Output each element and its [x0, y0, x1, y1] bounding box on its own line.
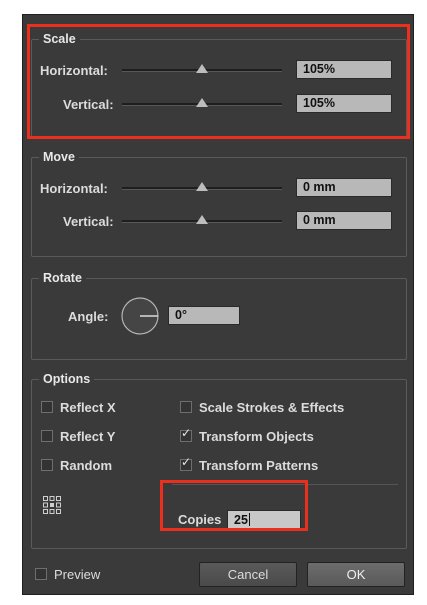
transform-objects-box[interactable] — [180, 426, 192, 442]
random-box[interactable] — [41, 459, 53, 471]
scale-group: Scale Horizontal: 105% Vertical: 105% — [31, 31, 407, 137]
scale-horizontal-slider[interactable] — [122, 63, 282, 77]
move-legend: Move — [39, 149, 79, 165]
move-horizontal-row: Horizontal: 0 mm — [32, 178, 406, 200]
move-horizontal-label: Horizontal: — [40, 181, 108, 196]
rotate-angle-field[interactable]: 0° — [168, 306, 240, 325]
rotate-group: Rotate Angle: 0° — [31, 270, 407, 360]
move-horizontal-field[interactable]: 0 mm — [296, 178, 392, 197]
copies-field[interactable]: 25 — [227, 510, 301, 529]
transform-patterns-box[interactable] — [180, 455, 192, 471]
scale-strokes-label: Scale Strokes & Effects — [199, 400, 345, 415]
preview-box[interactable] — [35, 568, 47, 580]
reference-point-grid-icon[interactable] — [42, 495, 62, 515]
scale-strokes-box[interactable] — [180, 401, 192, 413]
slider-thumb[interactable] — [196, 215, 208, 224]
scale-horizontal-field[interactable]: 105% — [296, 60, 392, 79]
slider-thumb[interactable] — [196, 98, 208, 107]
scale-strokes-checkbox[interactable]: Scale Strokes & Effects — [180, 400, 344, 415]
scale-legend: Scale — [39, 31, 80, 47]
ok-button[interactable]: OK — [307, 562, 405, 587]
move-vertical-row: Vertical: 0 mm — [32, 211, 406, 233]
copies-value: 25 — [234, 513, 248, 527]
options-divider — [172, 484, 398, 485]
transform-objects-checkbox[interactable]: Transform Objects — [180, 426, 314, 444]
rotate-angle-label: Angle: — [68, 309, 109, 324]
preview-checkbox[interactable]: Preview — [35, 567, 100, 582]
move-vertical-label: Vertical: — [63, 214, 114, 229]
options-legend: Options — [39, 371, 95, 387]
slider-thumb[interactable] — [196, 64, 208, 73]
scale-vertical-row: Vertical: 105% — [32, 94, 406, 116]
reflect-x-checkbox[interactable]: Reflect X — [41, 400, 116, 415]
move-group: Move Horizontal: 0 mm Vertical: 0 mm — [31, 149, 407, 257]
move-vertical-field[interactable]: 0 mm — [296, 211, 392, 230]
preview-label: Preview — [54, 567, 101, 582]
move-vertical-slider[interactable] — [122, 214, 282, 228]
transform-objects-label: Transform Objects — [199, 429, 314, 444]
copies-label: Copies — [178, 512, 222, 527]
scale-vertical-field[interactable]: 105% — [296, 94, 392, 113]
transform-each-dialog: Scale Horizontal: 105% Vertical: 105% Mo… — [22, 14, 414, 595]
scale-horizontal-row: Horizontal: 105% — [32, 60, 406, 82]
reflect-x-box[interactable] — [41, 401, 53, 413]
move-horizontal-slider[interactable] — [122, 181, 282, 195]
scale-horizontal-label: Horizontal: — [40, 63, 108, 78]
scale-vertical-slider[interactable] — [122, 97, 282, 111]
rotate-legend: Rotate — [39, 270, 86, 286]
cancel-button[interactable]: Cancel — [199, 562, 297, 587]
transform-patterns-checkbox[interactable]: Transform Patterns — [180, 455, 319, 473]
scale-vertical-label: Vertical: — [63, 97, 114, 112]
slider-thumb[interactable] — [196, 182, 208, 191]
random-label: Random — [60, 458, 112, 473]
options-group: Options Reflect X Reflect Y Random Scale… — [31, 371, 407, 549]
reflect-x-label: Reflect X — [60, 400, 116, 415]
reflect-y-label: Reflect Y — [60, 429, 116, 444]
angle-dial-icon[interactable] — [121, 297, 159, 335]
random-checkbox[interactable]: Random — [41, 458, 112, 473]
text-cursor — [248, 513, 250, 526]
transform-patterns-label: Transform Patterns — [199, 458, 319, 473]
reflect-y-box[interactable] — [41, 430, 53, 442]
reflect-y-checkbox[interactable]: Reflect Y — [41, 429, 115, 444]
